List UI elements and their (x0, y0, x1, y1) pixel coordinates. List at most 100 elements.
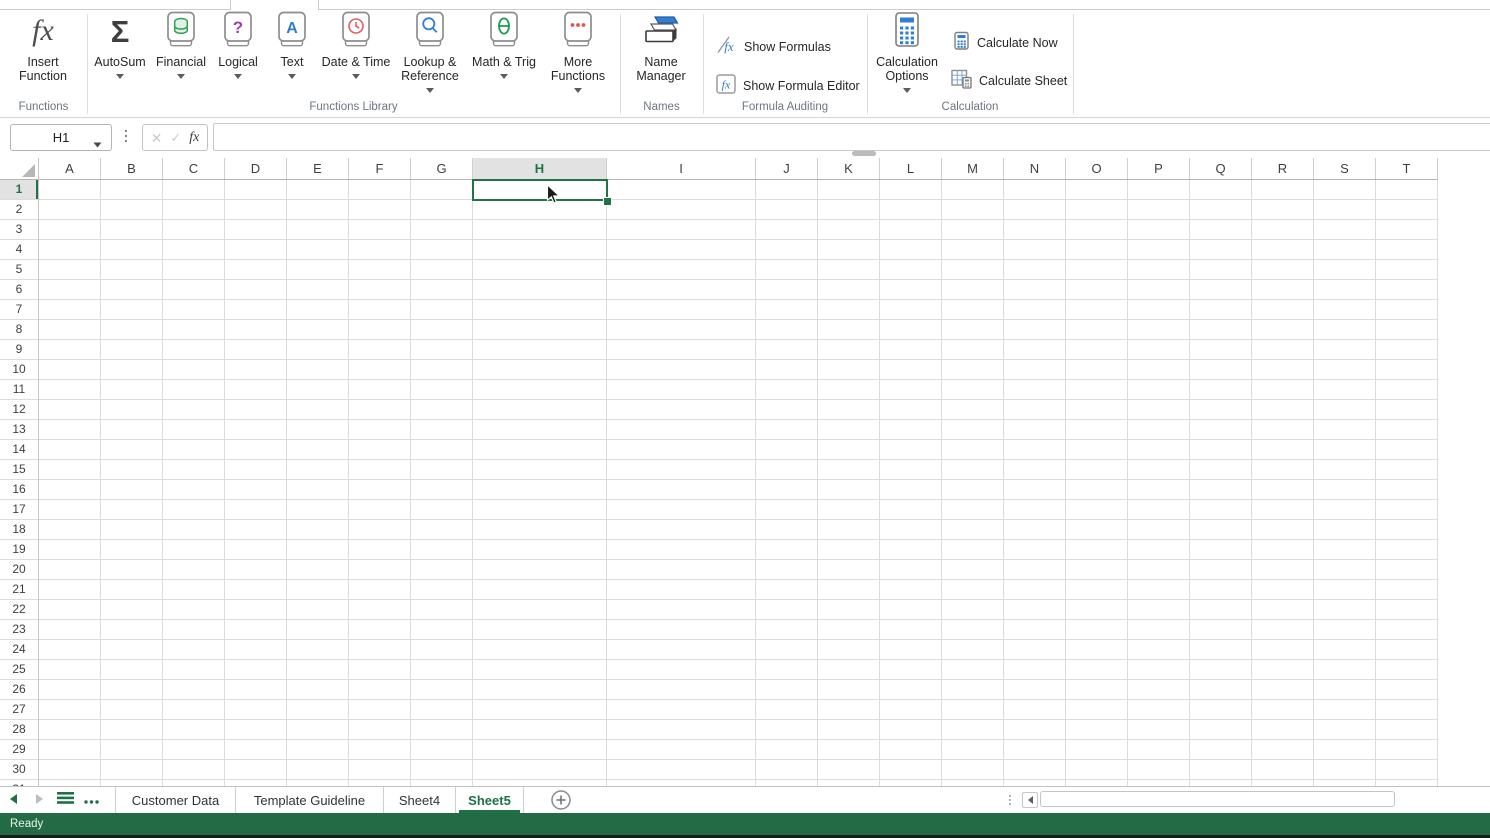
autosum-button[interactable]: ΣAutoSum (88, 12, 152, 106)
row-header-26[interactable]: 26 (0, 680, 38, 700)
select-all-corner[interactable] (0, 158, 39, 180)
scrollbar-grip-icon[interactable] (1005, 787, 1015, 813)
name-box-dropdown-icon[interactable] (93, 135, 102, 153)
row-header-7[interactable]: 7 (0, 300, 38, 320)
row-header-22[interactable]: 22 (0, 600, 38, 620)
name-box[interactable]: H1 (10, 124, 112, 151)
group-separator (620, 14, 621, 114)
sheet-list-icon[interactable] (52, 791, 78, 809)
row-header-19[interactable]: 19 (0, 540, 38, 560)
next-sheet-icon[interactable] (26, 791, 52, 809)
column-header-O[interactable]: O (1066, 158, 1128, 179)
lookup-reference-button[interactable]: Lookup & Reference (390, 12, 470, 106)
show-formulas-button[interactable]: fxShow Formulas (716, 36, 831, 58)
group-separator (1073, 14, 1074, 114)
column-header-D[interactable]: D (225, 158, 287, 179)
enter-icon[interactable]: ✓ (170, 131, 181, 144)
row-header-17[interactable]: 17 (0, 500, 38, 520)
row-header-13[interactable]: 13 (0, 420, 38, 440)
row-header-27[interactable]: 27 (0, 700, 38, 720)
row-header-21[interactable]: 21 (0, 580, 38, 600)
grid-body[interactable] (39, 180, 1438, 786)
calculate-sheet-button[interactable]: Calculate Sheet (951, 70, 1067, 92)
calculate-now-button[interactable]: Calculate Now (953, 32, 1058, 54)
sheet-tab-sheet5[interactable]: Sheet5 (456, 787, 524, 813)
column-header-B[interactable]: B (101, 158, 163, 179)
fill-handle[interactable] (603, 197, 612, 206)
scroll-indicator[interactable] (852, 151, 876, 156)
row-header-16[interactable]: 16 (0, 480, 38, 500)
horizontal-scrollbar-thumb[interactable] (1040, 791, 1395, 807)
column-header-M[interactable]: M (942, 158, 1004, 179)
column-header-I[interactable]: I (607, 158, 756, 179)
row-header-8[interactable]: 8 (0, 320, 38, 340)
row-header-20[interactable]: 20 (0, 560, 38, 580)
logical-button[interactable]: ?Logical (211, 12, 265, 106)
column-header-G[interactable]: G (411, 158, 473, 179)
row-header-1[interactable]: 1 (0, 180, 38, 200)
book-ellipsis-icon (563, 11, 593, 53)
sheet-tab-template-guideline[interactable]: Template Guideline (236, 787, 384, 813)
ribbon-tab-strip[interactable] (0, 0, 1490, 10)
add-sheet-button[interactable] (550, 789, 572, 811)
row-header-29[interactable]: 29 (0, 740, 38, 760)
formula-bar-grip-icon[interactable] (120, 123, 132, 149)
more-sheets-icon[interactable] (78, 791, 104, 809)
row-header-6[interactable]: 6 (0, 280, 38, 300)
sheet-tab-customer-data[interactable]: Customer Data (116, 787, 236, 813)
column-header-A[interactable]: A (39, 158, 101, 179)
column-header-T[interactable]: T (1376, 158, 1438, 179)
row-header-28[interactable]: 28 (0, 720, 38, 740)
book-logical-icon: ? (223, 11, 253, 53)
sheet-tab-sheet4[interactable]: Sheet4 (384, 787, 456, 813)
column-header-J[interactable]: J (756, 158, 818, 179)
calculation-options-button[interactable]: Calculation Options (864, 12, 950, 106)
row-header-25[interactable]: 25 (0, 660, 38, 680)
row-header-3[interactable]: 3 (0, 220, 38, 240)
column-header-S[interactable]: S (1314, 158, 1376, 179)
row-header-18[interactable]: 18 (0, 520, 38, 540)
column-header-P[interactable]: P (1128, 158, 1190, 179)
row-header-23[interactable]: 23 (0, 620, 38, 640)
math-trig-button[interactable]: Math & Trig (461, 12, 547, 106)
date-time-button[interactable]: Date & Time (320, 12, 392, 106)
column-header-N[interactable]: N (1004, 158, 1066, 179)
prev-sheet-icon[interactable] (0, 791, 26, 809)
column-header-R[interactable]: R (1252, 158, 1314, 179)
column-header-C[interactable]: C (163, 158, 225, 179)
text-button[interactable]: AText (267, 12, 317, 106)
column-header-F[interactable]: F (349, 158, 411, 179)
column-header-K[interactable]: K (818, 158, 880, 179)
insert-function-icon[interactable]: fx (189, 130, 199, 146)
hscroll-left-arrow[interactable] (1022, 792, 1038, 808)
cancel-icon[interactable]: ✕ (151, 131, 163, 145)
svg-text:fx: fx (724, 39, 734, 54)
row-header-30[interactable]: 30 (0, 760, 38, 780)
gridline (286, 180, 287, 786)
row-header-10[interactable]: 10 (0, 360, 38, 380)
row-header-12[interactable]: 12 (0, 400, 38, 420)
row-header-15[interactable]: 15 (0, 460, 38, 480)
financial-button[interactable]: Financial (150, 12, 212, 106)
sheet-tab-bar: Customer DataTemplate GuidelineSheet4She… (0, 786, 1490, 813)
column-header-H[interactable]: H (473, 158, 607, 179)
row-header-2[interactable]: 2 (0, 200, 38, 220)
group-label: Formula Auditing (703, 100, 867, 115)
row-header-11[interactable]: 11 (0, 380, 38, 400)
show-formula-editor-button[interactable]: fxShow Formula Editor (716, 75, 860, 97)
row-header-4[interactable]: 4 (0, 240, 38, 260)
name-manager-button[interactable]: Name Manager (624, 12, 698, 106)
column-header-L[interactable]: L (880, 158, 942, 179)
fx-slash-icon: fx (716, 35, 737, 60)
more-functions-button[interactable]: More Functions (542, 12, 614, 106)
formula-input[interactable] (213, 123, 1490, 151)
row-header-9[interactable]: 9 (0, 340, 38, 360)
insert-function-button[interactable]: fxInsert Function (2, 12, 84, 106)
row-header-14[interactable]: 14 (0, 440, 38, 460)
selected-cell-H1[interactable] (472, 179, 608, 201)
row-header-5[interactable]: 5 (0, 260, 38, 280)
column-header-Q[interactable]: Q (1190, 158, 1252, 179)
column-header-E[interactable]: E (287, 158, 349, 179)
chevron-down-icon (234, 72, 242, 79)
row-header-24[interactable]: 24 (0, 640, 38, 660)
